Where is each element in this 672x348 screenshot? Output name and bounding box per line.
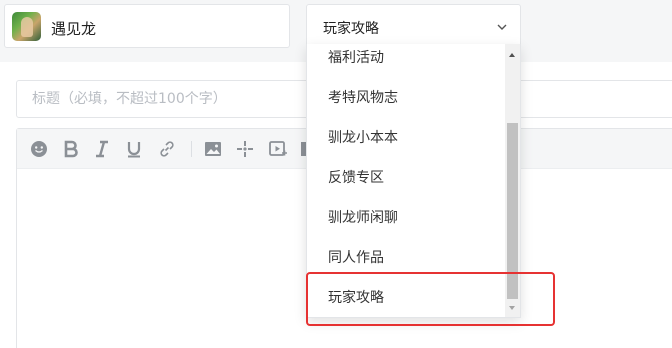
scrollbar-thumb[interactable]: [507, 123, 518, 299]
category-option[interactable]: 驯龙小本本: [307, 118, 507, 158]
post-editor-screen: 遇见龙 玩家攻略 标题（必填，不超过100个字） 福利活动 考特风物志 驯龙小本…: [0, 0, 672, 348]
category-dropdown[interactable]: 福利活动 考特风物志 驯龙小本本 反馈专区 驯龙师闲聊 同人作品 玩家攻略: [306, 44, 521, 318]
bold-icon[interactable]: [61, 139, 81, 159]
italic-icon[interactable]: [92, 139, 112, 159]
game-avatar: [12, 12, 41, 41]
category-option[interactable]: 福利活动: [307, 44, 507, 78]
underline-icon[interactable]: [124, 139, 144, 159]
scroll-up-icon[interactable]: [509, 53, 515, 57]
link-icon[interactable]: [157, 139, 177, 159]
category-option[interactable]: 反馈专区: [307, 158, 507, 198]
dropdown-scrollbar[interactable]: [505, 44, 520, 317]
game-name: 遇见龙: [51, 20, 97, 38]
emoji-icon[interactable]: [29, 139, 49, 159]
category-option[interactable]: 考特风物志: [307, 78, 507, 118]
category-select[interactable]: 玩家攻略: [306, 4, 521, 48]
category-selected-value: 玩家攻略: [323, 21, 379, 37]
category-option[interactable]: 同人作品: [307, 238, 507, 278]
chevron-down-icon: [497, 24, 507, 30]
toolbar-divider: [191, 141, 192, 157]
category-option-selected[interactable]: 玩家攻略: [307, 278, 507, 317]
game-selector[interactable]: 遇见龙: [4, 4, 290, 48]
image-icon[interactable]: [203, 139, 223, 159]
category-option[interactable]: 驯龙师闲聊: [307, 198, 507, 238]
video-icon[interactable]: [268, 139, 288, 159]
move-icon[interactable]: [235, 139, 255, 159]
scroll-down-icon[interactable]: [509, 306, 515, 310]
